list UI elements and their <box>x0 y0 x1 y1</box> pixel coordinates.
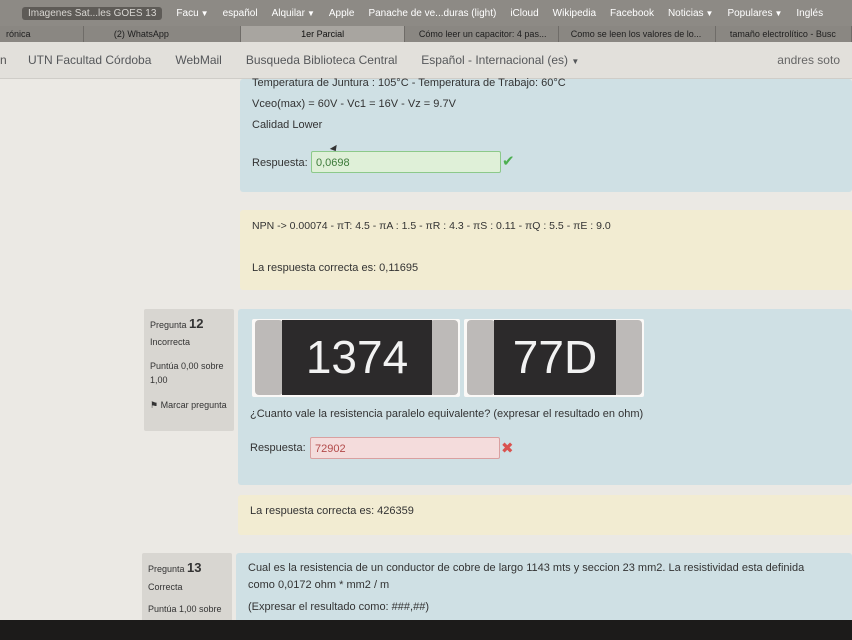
bookmark-populares[interactable]: Populares ▼ <box>727 8 782 19</box>
question-text: como 0,0172 ohm * mm2 / m <box>248 579 390 591</box>
bookmark-noticias[interactable]: Noticias ▼ <box>668 8 714 19</box>
question-score: Puntúa 1,00 sobre <box>148 604 222 614</box>
bookmark[interactable]: Wikipedia <box>553 8 596 19</box>
bookmark[interactable]: Apple <box>329 8 355 19</box>
answer-field[interactable]: 0,0698 <box>311 151 501 173</box>
bookmark-alquilar[interactable]: Alquilar ▼ <box>272 8 315 19</box>
tab[interactable]: Como se leen los valores de lo... <box>559 26 716 42</box>
answer-field[interactable]: 72902 <box>310 437 500 459</box>
tab[interactable]: Cómo leer un capacitor: 4 pas... <box>405 26 559 42</box>
question-state: Correcta <box>148 582 183 592</box>
chevron-down-icon: ▼ <box>774 8 783 18</box>
correct-answer: La respuesta correcta es: 426359 <box>250 505 414 517</box>
question-text: Calidad Lower <box>252 119 323 131</box>
resistor-terminal <box>255 320 283 395</box>
chevron-down-icon: ▼ <box>200 8 209 18</box>
resistor-terminal <box>467 320 495 395</box>
bookmark[interactable]: Imagenes Sat...les GOES 13 <box>22 6 163 20</box>
tab-active[interactable]: 1er Parcial <box>241 26 405 42</box>
flag-question[interactable]: ⚑ Marcar pregunta <box>150 398 228 412</box>
nav-webmail[interactable]: WebMail <box>175 53 221 67</box>
quiz-review: Temperatura de Juntura : 105°C - Tempera… <box>0 77 852 640</box>
user-name[interactable]: andres soto <box>777 53 840 67</box>
screen-bezel <box>0 620 852 640</box>
feedback-text: NPN -> 0.00074 - πT: 4.5 - πA : 1.5 - πR… <box>252 220 611 232</box>
question-text: (Expresar el resultado como: ###,##) <box>248 601 429 613</box>
question-prev <box>240 79 852 192</box>
bookmark[interactable]: Panache de ve...duras (light) <box>368 8 496 19</box>
bookmark[interactable]: español <box>223 8 258 19</box>
question-number: Pregunta 12 <box>150 316 204 331</box>
check-icon: ✔ <box>502 153 515 170</box>
answer-label: Respuesta: <box>250 442 306 454</box>
question-state: Incorrecta <box>150 337 191 347</box>
nav-biblioteca[interactable]: Busqueda Biblioteca Central <box>246 53 397 67</box>
question-text: Cual es la resistencia de un conductor d… <box>248 562 805 574</box>
tab[interactable]: tamaño electrolítico - Busc <box>716 26 852 42</box>
resistor-code-2: 77D <box>494 320 616 395</box>
site-navbar: n UTN Facultad Córdoba WebMail Busqueda … <box>0 42 852 79</box>
tab[interactable]: (2) WhatsApp <box>84 26 242 42</box>
question-info-12: Pregunta 12 Incorrecta Puntúa 0,00 sobre… <box>144 309 234 431</box>
chevron-down-icon: ▼ <box>705 8 714 18</box>
question-text: Vceo(max) = 60V - Vc1 = 16V - Vz = 9.7V <box>252 98 456 110</box>
nav-edge: n <box>0 53 7 67</box>
bookmark-facu[interactable]: Facu ▼ <box>176 8 208 19</box>
bookmark[interactable]: iCloud <box>510 8 538 19</box>
resistor-code-1: 1374 <box>282 320 432 395</box>
chevron-down-icon: ▼ <box>306 8 315 18</box>
correct-answer: La respuesta correcta es: 0,11695 <box>252 262 419 274</box>
nav-utn[interactable]: UTN Facultad Córdoba <box>28 53 151 67</box>
photo-of-screen: Imagenes Sat...les GOES 13 Facu ▼ español… <box>0 0 852 640</box>
flag-icon: ⚑ <box>150 400 159 410</box>
bookmark[interactable]: Inglés <box>796 8 823 19</box>
answer-label: Respuesta: <box>252 157 308 169</box>
resistor-terminal <box>614 320 642 395</box>
bookmarks-bar: Imagenes Sat...les GOES 13 Facu ▼ español… <box>0 0 852 26</box>
nav-language[interactable]: Español - Internacional (es) ▼ <box>421 53 579 67</box>
resistor-terminal <box>430 320 458 395</box>
question-score: Puntúa 0,00 sobre 1,00 <box>150 361 224 385</box>
tab-bar: rónica (2) WhatsApp 1er Parcial Cómo lee… <box>0 26 852 42</box>
question-text: ¿Cuanto vale la resistencia paralelo equ… <box>250 408 644 420</box>
caret-down-icon: ▼ <box>571 57 580 66</box>
tab[interactable]: rónica <box>0 26 84 42</box>
question-text: Temperatura de Juntura : 105°C - Tempera… <box>252 77 566 89</box>
bookmark[interactable]: Facebook <box>610 8 654 19</box>
question-number: Pregunta 13 <box>148 560 202 575</box>
cross-icon: ✖ <box>501 440 514 457</box>
